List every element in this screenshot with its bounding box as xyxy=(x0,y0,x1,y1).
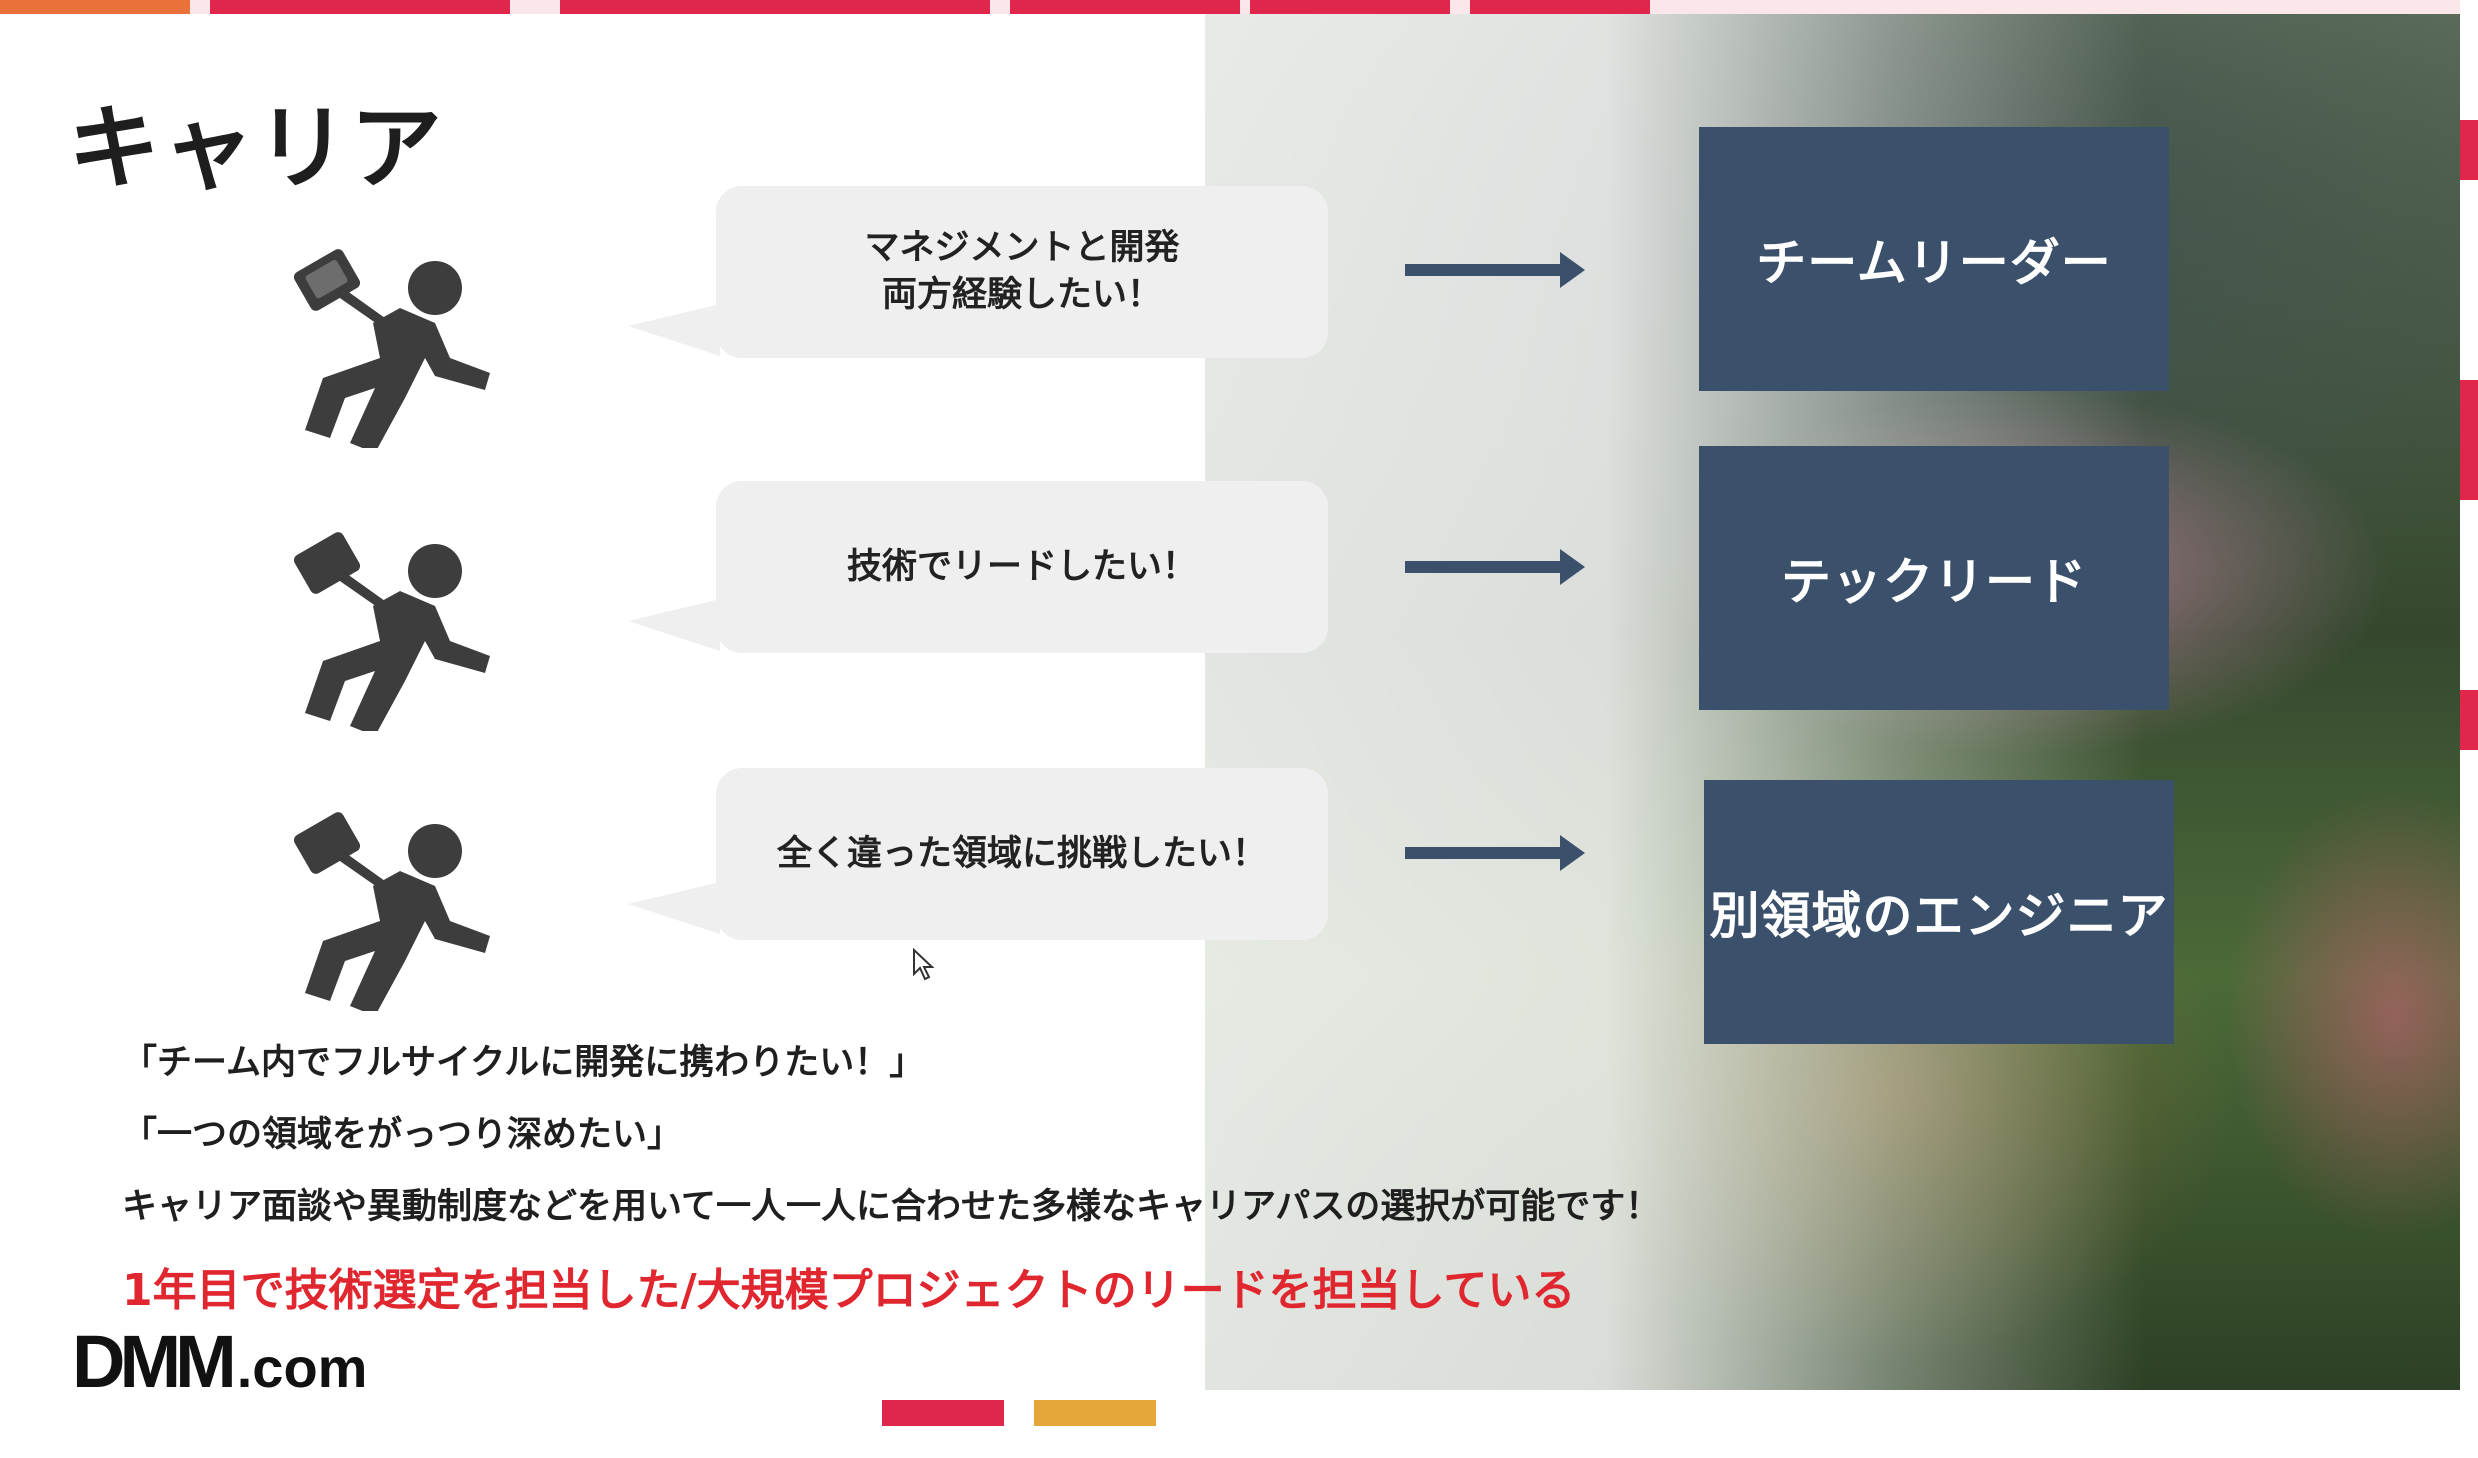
speech-bubble-new-domain: 全く違った領域に挑戦したい！ xyxy=(716,768,1328,940)
presentation-slide: キャリア マネジメントと開発 両方経験したい！ チームリーダー 技術でリードした… xyxy=(0,14,2460,1390)
mouse-pointer-icon xyxy=(912,947,936,982)
role-tech-lead: テックリード xyxy=(1699,446,2169,710)
slide-title: キャリア xyxy=(68,95,445,202)
quote-deep-dive: 「一つの領域をがっつり深めたい」 xyxy=(122,1115,683,1155)
bottom-accent-red xyxy=(882,1400,1004,1426)
speech-bubble-tech: 技術でリードしたい！ xyxy=(716,481,1328,653)
running-businessman-icon xyxy=(285,811,495,1011)
right-arrow-icon xyxy=(1405,833,1585,873)
role-other-domain-engineer: 別領域のエンジニア xyxy=(1704,780,2174,1044)
strip-segment xyxy=(1470,0,1650,14)
running-businessman-icon xyxy=(285,531,495,731)
career-path-description: キャリア面談や異動制度などを用いて一人一人に合わせた多様なキャリアパスの選択が可… xyxy=(122,1187,1661,1227)
running-businessman-icon xyxy=(285,248,495,448)
strip-segment xyxy=(210,0,510,14)
speech-bubble-tail xyxy=(628,304,720,356)
strip-segment xyxy=(1010,0,1240,14)
right-edge-strip xyxy=(2460,0,2478,1458)
speech-bubble-tail xyxy=(628,882,720,934)
right-arrow-icon xyxy=(1405,250,1585,290)
speech-bubble-tail xyxy=(628,599,720,651)
strip-segment xyxy=(560,0,990,14)
edge-accent xyxy=(2460,120,2478,180)
strip-segment xyxy=(1250,0,1450,14)
edge-accent xyxy=(2460,690,2478,750)
right-arrow-icon xyxy=(1405,547,1585,587)
speech-bubble-management: マネジメントと開発 両方経験したい！ xyxy=(716,186,1328,358)
bottom-accent-orange xyxy=(1034,1400,1156,1426)
highlight-statement: 1年目で技術選定を担当した/大規模プロジェクトのリードを担当している xyxy=(122,1265,1576,1316)
edge-accent xyxy=(2460,380,2478,500)
role-team-leader: チームリーダー xyxy=(1699,127,2169,391)
quote-fullcycle: 「チーム内でフルサイクルに開発に携わりたい！」 xyxy=(122,1043,925,1083)
dmm-logo: DMM .com xyxy=(72,1320,368,1390)
top-decorative-strip xyxy=(0,0,2478,14)
strip-segment xyxy=(0,0,190,14)
